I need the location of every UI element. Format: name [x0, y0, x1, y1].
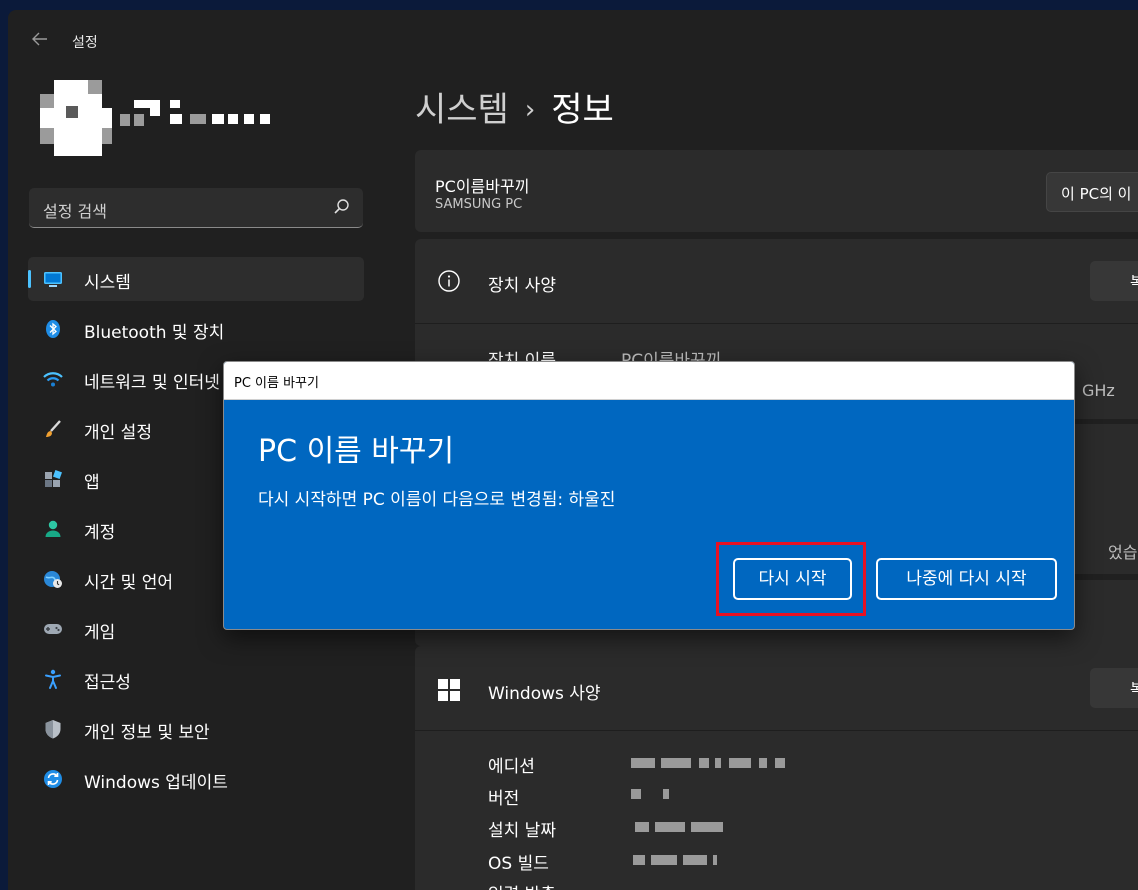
globe-clock-icon: [44, 571, 62, 588]
sidebar-item-label: 시간 및 언어: [84, 573, 174, 593]
sidebar-item-bluetooth[interactable]: Bluetooth 및 장치: [28, 307, 364, 351]
bluetooth-icon: [46, 320, 60, 338]
dialog-window-title: PC 이름 바꾸기: [234, 376, 319, 391]
windows-specs-card: Windows 사양 복 에디션 버전 설치 날짜 OS 빌드 입력 방출: [415, 646, 1138, 890]
copy-button-label: 복: [1130, 680, 1138, 698]
install-date-label: 설치 날짜: [488, 821, 556, 841]
pc-name: PC이름바꾸끼: [435, 177, 530, 196]
windows-specs-header[interactable]: Windows 사양 복: [415, 646, 1138, 731]
apps-icon: [45, 470, 62, 487]
breadcrumb-parent[interactable]: 시스템: [415, 90, 509, 130]
dialog-title-bar[interactable]: PC 이름 바꾸기: [224, 362, 1074, 400]
sidebar-item-label: 네트워크 및 인터넷: [84, 373, 220, 393]
sidebar-item-label: 개인 정보 및 보안: [84, 723, 210, 743]
sidebar-item-label: Windows 업데이트: [84, 773, 228, 793]
edition-label: 에디션: [488, 757, 535, 777]
sidebar-item-label: 개인 설정: [84, 423, 152, 443]
copy-button-label: 복: [1130, 273, 1138, 291]
search-box[interactable]: 설정 검색: [29, 188, 363, 228]
title-bar: 설정: [8, 10, 1138, 72]
copy-device-specs-button[interactable]: 복: [1090, 261, 1138, 301]
sidebar-item-accessibility[interactable]: 접근성: [28, 657, 364, 701]
avatar[interactable]: [30, 78, 112, 160]
os-build-value-redacted: [633, 855, 717, 865]
pc-rename-card: PC이름바꾸끼 SAMSUNG PC 이 PC의 이: [415, 150, 1138, 232]
sidebar-item-label: 시스템: [84, 273, 131, 293]
wifi-icon: [43, 372, 63, 387]
search-input[interactable]: 설정 검색: [43, 198, 107, 222]
back-arrow-icon: [32, 32, 47, 46]
app-title: 설정: [72, 35, 98, 51]
info-icon: [438, 270, 460, 292]
accessibility-icon: [45, 669, 61, 689]
monitor-icon: [44, 272, 62, 287]
version-value-redacted: [631, 789, 675, 799]
windows-specs-title: Windows 사양: [488, 684, 601, 704]
sidebar-item-system[interactable]: 시스템: [28, 257, 364, 301]
windows-logo-icon: [438, 679, 460, 701]
version-label: 버전: [488, 789, 520, 809]
search-icon[interactable]: [333, 198, 351, 216]
back-button[interactable]: [26, 30, 54, 54]
rename-pc-dialog: PC 이름 바꾸기 PC 이름 바꾸기 다시 시작하면 PC 이름이 다음으로 …: [223, 361, 1075, 630]
pc-model: SAMSUNG PC: [435, 197, 523, 212]
sidebar-item-label: 계정: [84, 523, 116, 543]
device-specs-title: 장치 사양: [488, 276, 556, 296]
restart-later-button[interactable]: 나중에 다시 시작: [876, 558, 1057, 600]
sidebar-item-label: Bluetooth 및 장치: [84, 323, 225, 343]
breadcrumb-separator: ›: [524, 95, 536, 125]
os-build-label: OS 빌드: [488, 854, 549, 874]
update-icon: [44, 770, 62, 788]
profile-name: [120, 96, 300, 132]
rename-pc-button[interactable]: 이 PC의 이: [1046, 172, 1138, 212]
person-icon: [45, 520, 61, 537]
sidebar-item-label: 앱: [84, 473, 100, 493]
install-date-value-redacted: [635, 822, 725, 832]
sidebar-item-windows-update[interactable]: Windows 업데이트: [28, 757, 364, 801]
dialog-message: 다시 시작하면 PC 이름이 다음으로 변경됨: 하울진: [258, 490, 616, 510]
breadcrumb: 시스템 › 정보: [415, 82, 614, 131]
gamepad-icon: [44, 624, 62, 634]
dialog-heading: PC 이름 바꾸기: [258, 434, 455, 469]
pen-touch-tail: 었습니다.: [1108, 543, 1138, 562]
restart-now-button[interactable]: 다시 시작: [733, 558, 852, 600]
paintbrush-icon: [46, 420, 61, 437]
processor-tail: GHz: [1082, 381, 1115, 400]
copy-windows-specs-button[interactable]: 복: [1090, 668, 1138, 708]
sidebar-item-privacy[interactable]: 개인 정보 및 보안: [28, 707, 364, 751]
rename-pc-button-label: 이 PC의 이: [1061, 185, 1132, 203]
sidebar-item-label: 게임: [84, 623, 116, 643]
active-indicator: [28, 270, 31, 288]
experience-label: 입력 방출: [488, 880, 556, 890]
shield-icon: [45, 720, 61, 739]
page-title: 정보: [551, 90, 614, 130]
device-specs-header[interactable]: 장치 사양 복: [415, 239, 1138, 324]
sidebar-item-label: 접근성: [84, 673, 131, 693]
edition-value-redacted: [631, 758, 787, 768]
